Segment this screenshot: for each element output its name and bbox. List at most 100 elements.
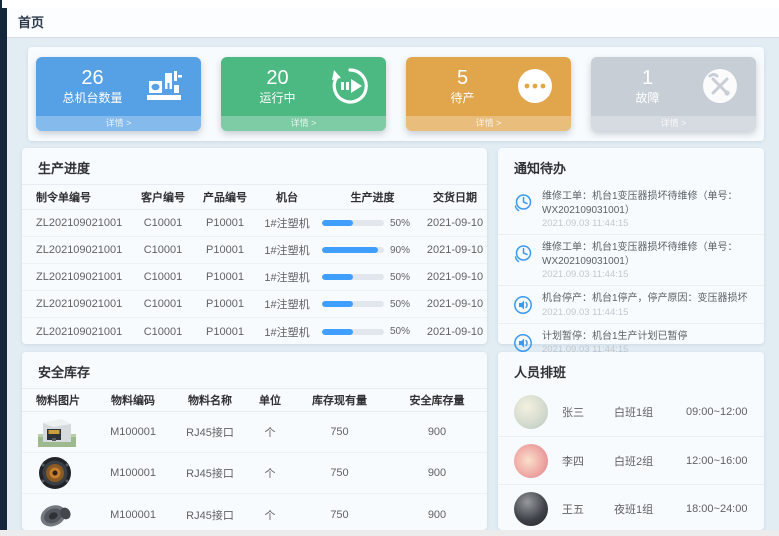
avatar bbox=[514, 395, 548, 429]
material-name: RJ45接口 bbox=[172, 507, 248, 523]
notifications-panel: 通知待办 维修工单：机台1变压器损坏待维修（单号：WX202109031001）… bbox=[498, 148, 764, 344]
machine-name: 1#注塑机 bbox=[256, 215, 318, 231]
col-progress: 生产进度 bbox=[318, 189, 423, 205]
notification-text: 机台停产：机台1停产，停产原因：变压器损坏 bbox=[542, 292, 748, 306]
delivery-date: 2021-09-10 bbox=[423, 244, 487, 256]
customer-no: C10001 bbox=[132, 217, 194, 229]
speaker-icon bbox=[512, 332, 534, 354]
order-no: ZL202109021001 bbox=[22, 244, 132, 256]
material-code: M100001 bbox=[94, 467, 172, 479]
customer-no: C10001 bbox=[132, 326, 194, 338]
card-fault[interactable]: 1 故障 详情 > bbox=[591, 57, 756, 131]
production-row: ZL202109021001 C10001 P10001 1#注塑机 50% 2… bbox=[22, 264, 487, 291]
col-date: 交货日期 bbox=[423, 189, 487, 205]
material-code: M100001 bbox=[94, 509, 172, 521]
notification-item[interactable]: 维修工单：机台1变压器损坏待维修（单号：WX202109031001） 2021… bbox=[498, 184, 764, 234]
material-name: RJ45接口 bbox=[172, 424, 248, 440]
tab-home[interactable]: 首页 bbox=[7, 8, 58, 37]
col-machine: 机台 bbox=[256, 189, 318, 205]
production-title: 生产进度 bbox=[22, 148, 487, 184]
machine-icon bbox=[143, 64, 187, 108]
production-header-row: 制令单编号 客户编号 产品编号 机台 生产进度 交货日期 bbox=[22, 184, 487, 210]
current-stock: 750 bbox=[292, 426, 387, 438]
progress-cell: 50% bbox=[318, 326, 423, 337]
notification-time: 2021.09.03 11:44:15 bbox=[542, 218, 750, 229]
progress-bar bbox=[322, 247, 384, 253]
col-unit: 单位 bbox=[248, 392, 292, 408]
production-row: ZL202109021001 C10001 P10001 1#注塑机 90% 2… bbox=[22, 237, 487, 264]
speaker-icon bbox=[512, 294, 534, 316]
notification-time: 2021.09.03 11:44:15 bbox=[542, 269, 750, 280]
card-total-machines[interactable]: 26 总机台数量 详情 > bbox=[36, 57, 201, 131]
inventory-row: M100001 RJ45接口 个 750 900 bbox=[22, 494, 487, 535]
rj45-connector-photo bbox=[22, 414, 94, 450]
person-name: 王五 bbox=[562, 501, 614, 517]
col-customer: 客户编号 bbox=[132, 189, 194, 205]
fault-label: 故障 bbox=[597, 90, 698, 106]
delivery-date: 2021-09-10 bbox=[423, 271, 487, 283]
customer-no: C10001 bbox=[132, 271, 194, 283]
card-running[interactable]: 20 运行中 详情 > bbox=[221, 57, 386, 131]
material-unit: 个 bbox=[248, 465, 292, 481]
progress-cell: 50% bbox=[318, 272, 423, 283]
delivery-date: 2021-09-10 bbox=[423, 326, 487, 338]
progress-cell: 50% bbox=[318, 218, 423, 229]
shift-label: 夜班1组 bbox=[614, 501, 686, 517]
running-detail-link[interactable]: 详情 > bbox=[221, 116, 386, 131]
inventory-row: M100001 RJ45接口 个 750 900 bbox=[22, 412, 487, 453]
shift-time: 18:00~24:00 bbox=[686, 503, 747, 515]
progress-bar bbox=[322, 274, 384, 280]
progress-bar bbox=[322, 329, 384, 335]
notification-body: 维修工单：机台1变压器损坏待维修（单号：WX202109031001） 2021… bbox=[542, 241, 750, 280]
current-stock: 750 bbox=[292, 509, 387, 521]
notification-item[interactable]: 机台停产：机台1停产，停产原因：变压器损坏 2021.09.03 11:44:1… bbox=[498, 285, 764, 323]
col-safety-stock: 安全库存量 bbox=[387, 392, 487, 408]
personnel-schedule-panel: 人员排班 张三 白班1组 09:00~12:00 李四 白班2组 12:00~1… bbox=[498, 352, 764, 530]
progress-percent: 50% bbox=[390, 218, 410, 229]
production-row: ZL202109021001 C10001 P10001 1#注塑机 50% 2… bbox=[22, 210, 487, 237]
notifications-title: 通知待办 bbox=[498, 148, 764, 184]
safety-stock: 900 bbox=[387, 509, 487, 521]
progress-percent: 90% bbox=[390, 245, 410, 256]
schedule-title: 人员排班 bbox=[498, 352, 764, 388]
running-icon bbox=[328, 64, 372, 108]
stat-cards-panel: 26 总机台数量 详情 > bbox=[28, 47, 764, 141]
inventory-title: 安全库存 bbox=[22, 352, 487, 388]
order-no: ZL202109021001 bbox=[22, 271, 132, 283]
sidebar-collapsed-strip bbox=[0, 0, 7, 536]
avatar bbox=[514, 444, 548, 478]
card-body: 5 待产 bbox=[406, 57, 571, 115]
machine-name: 1#注塑机 bbox=[256, 242, 318, 258]
bottom-edge-strip bbox=[0, 530, 779, 536]
safety-stock: 900 bbox=[387, 467, 487, 479]
notification-text: 维修工单：机台1变压器损坏待维修（单号：WX202109031001） bbox=[542, 241, 750, 268]
shift-time: 09:00~12:00 bbox=[686, 406, 747, 418]
customer-no: C10001 bbox=[132, 244, 194, 256]
material-name: RJ45接口 bbox=[172, 465, 248, 481]
progress-percent: 50% bbox=[390, 326, 410, 337]
progress-percent: 50% bbox=[390, 272, 410, 283]
schedule-row: 王五 夜班1组 18:00~24:00 bbox=[498, 484, 764, 532]
order-no: ZL202109021001 bbox=[22, 326, 132, 338]
waiting-detail-link[interactable]: 详情 > bbox=[406, 116, 571, 131]
round-speaker-photo bbox=[22, 455, 94, 491]
inventory-row: M100001 RJ45接口 个 750 900 bbox=[22, 453, 487, 494]
total-machines-detail-link[interactable]: 详情 > bbox=[36, 116, 201, 131]
notification-item[interactable]: 维修工单：机台1变压器损坏待维修（单号：WX202109031001） 2021… bbox=[498, 234, 764, 285]
machine-name: 1#注塑机 bbox=[256, 324, 318, 340]
avatar bbox=[514, 492, 548, 526]
shift-label: 白班2组 bbox=[614, 453, 686, 469]
running-label: 运行中 bbox=[227, 90, 328, 106]
col-material-code: 物料编码 bbox=[94, 392, 172, 408]
clock-icon bbox=[512, 192, 534, 214]
inventory-header-row: 物料图片 物料编码 物料名称 单位 库存现有量 安全库存量 bbox=[22, 388, 487, 412]
waiting-dots-icon bbox=[513, 64, 557, 108]
clock-icon bbox=[512, 243, 534, 265]
waiting-value: 5 bbox=[412, 66, 513, 90]
card-text: 5 待产 bbox=[412, 66, 513, 106]
product-no: P10001 bbox=[194, 326, 256, 338]
card-waiting[interactable]: 5 待产 详情 > bbox=[406, 57, 571, 131]
fault-detail-link[interactable]: 详情 > bbox=[591, 116, 756, 131]
card-text: 1 故障 bbox=[597, 66, 698, 106]
material-unit: 个 bbox=[248, 424, 292, 440]
